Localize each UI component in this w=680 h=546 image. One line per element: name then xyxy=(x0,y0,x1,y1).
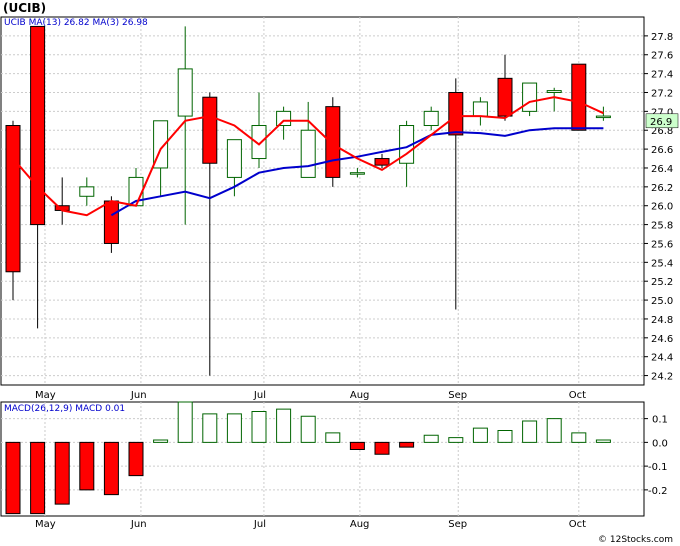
price-tick-label: 26.6 xyxy=(651,145,673,156)
macd-tick-label: 0.0 xyxy=(652,438,668,449)
macd-bar xyxy=(571,432,587,443)
macd-bar xyxy=(54,441,70,505)
macd-bar xyxy=(472,427,488,443)
legend-macd-value: 0.01 xyxy=(105,404,125,414)
macd-bar xyxy=(276,408,292,443)
candle-body xyxy=(251,125,267,160)
macd-bar xyxy=(423,434,439,443)
macd-legend: MACD(26,12,9) MACD 0.01 xyxy=(4,404,125,414)
price-tick-label: 25.6 xyxy=(651,239,673,250)
price-tick-label: 27.2 xyxy=(651,88,673,99)
candle-body xyxy=(349,172,365,175)
macd-tick-label: -0.2 xyxy=(648,486,668,497)
macd-bar xyxy=(128,441,144,477)
legend-ma3-value: 26.98 xyxy=(122,18,148,28)
macd-bar xyxy=(79,441,95,491)
candle-body xyxy=(497,77,513,117)
candle-body xyxy=(202,96,218,164)
price-tick-label: 24.8 xyxy=(651,315,673,326)
macd-bar xyxy=(226,413,242,443)
candle-body xyxy=(226,139,242,178)
month-label: Jul xyxy=(253,390,266,401)
price-panel xyxy=(0,16,645,386)
macd-bar xyxy=(300,415,316,443)
price-tick-label: 25.2 xyxy=(651,277,673,288)
legend-ma13-value: 26.82 xyxy=(64,18,90,28)
candle-body xyxy=(595,115,611,119)
macd-tick-label: -0.1 xyxy=(648,462,668,473)
last-price-label: 26.9 xyxy=(650,117,672,128)
macd-month-label: Jul xyxy=(253,519,266,530)
price-tick-label: 24.6 xyxy=(651,334,673,345)
macd-tick-label: 0.1 xyxy=(652,415,668,426)
candle-body xyxy=(79,186,95,197)
price-legend: UCIB MA(13) 26.82 MA(3) 26.98 xyxy=(4,18,148,28)
macd-bar xyxy=(546,418,562,443)
macd-bar xyxy=(374,441,390,455)
price-tick-label: 24.2 xyxy=(651,372,673,383)
macd-bar xyxy=(325,432,341,443)
macd-month-label: May xyxy=(35,519,56,530)
price-tick-label: 27.6 xyxy=(651,51,673,62)
macd-bar xyxy=(153,439,169,443)
candle-body xyxy=(522,82,538,112)
macd-bar xyxy=(595,439,611,443)
month-label: Jun xyxy=(130,390,147,401)
price-tick-label: 25.4 xyxy=(651,258,673,269)
legend-macd: MACD xyxy=(72,404,105,414)
price-tick-label: 25.8 xyxy=(651,221,673,232)
candle-body xyxy=(325,106,341,178)
price-tick-label: 26.2 xyxy=(651,183,673,194)
macd-bar xyxy=(30,441,46,515)
price-tick-label: 26.4 xyxy=(651,164,673,175)
macd-month-label: Sep xyxy=(448,519,467,530)
macd-bar xyxy=(177,401,193,443)
macd-bar xyxy=(497,430,513,443)
candle-body xyxy=(5,125,21,273)
macd-bar xyxy=(522,420,538,443)
candle-body xyxy=(276,110,292,127)
macd-bar xyxy=(448,437,464,443)
macd-bar xyxy=(202,413,218,443)
price-tick-label: 25.0 xyxy=(651,296,673,307)
price-tick-label: 27.4 xyxy=(651,70,673,81)
candle-body xyxy=(546,90,562,93)
macd-bar xyxy=(251,411,267,443)
month-label: Oct xyxy=(569,390,586,401)
legend-ucib: UCIB xyxy=(4,18,26,28)
price-tick-label: 24.4 xyxy=(651,353,673,364)
month-label: Aug xyxy=(350,390,370,401)
macd-month-label: Oct xyxy=(569,519,586,530)
candle-body xyxy=(448,91,464,136)
legend-ma13: MA(13) xyxy=(26,18,64,28)
chart-title: (UCIB) xyxy=(3,1,46,15)
price-tick-label: 27.8 xyxy=(651,32,673,43)
macd-bar xyxy=(399,441,415,448)
candle-body xyxy=(30,25,46,226)
month-label: Sep xyxy=(448,390,467,401)
macd-month-label: Aug xyxy=(350,519,370,530)
candle-body xyxy=(300,129,316,178)
macd-month-label: Jun xyxy=(130,519,147,530)
footer-credit: © 12Stocks.com xyxy=(598,535,673,545)
macd-bar xyxy=(349,441,365,450)
candle-body xyxy=(571,63,587,131)
stock-chart: 24.2 24.4 24.6 24.8 25.0 25.2 25.4 25.6 25.8 26.0… xyxy=(0,1,679,545)
month-label: May xyxy=(35,390,56,401)
candle-body xyxy=(374,158,390,166)
candle-body xyxy=(103,200,119,244)
legend-macd-params: MACD(26,12,9) xyxy=(4,404,72,414)
price-tick-label: 26.0 xyxy=(651,202,673,213)
legend-ma3: MA(3) xyxy=(90,18,122,28)
macd-bar xyxy=(5,441,21,515)
macd-bar xyxy=(103,441,119,496)
candle-body xyxy=(177,68,193,117)
candle-body xyxy=(472,101,488,117)
candle-body xyxy=(423,110,439,127)
